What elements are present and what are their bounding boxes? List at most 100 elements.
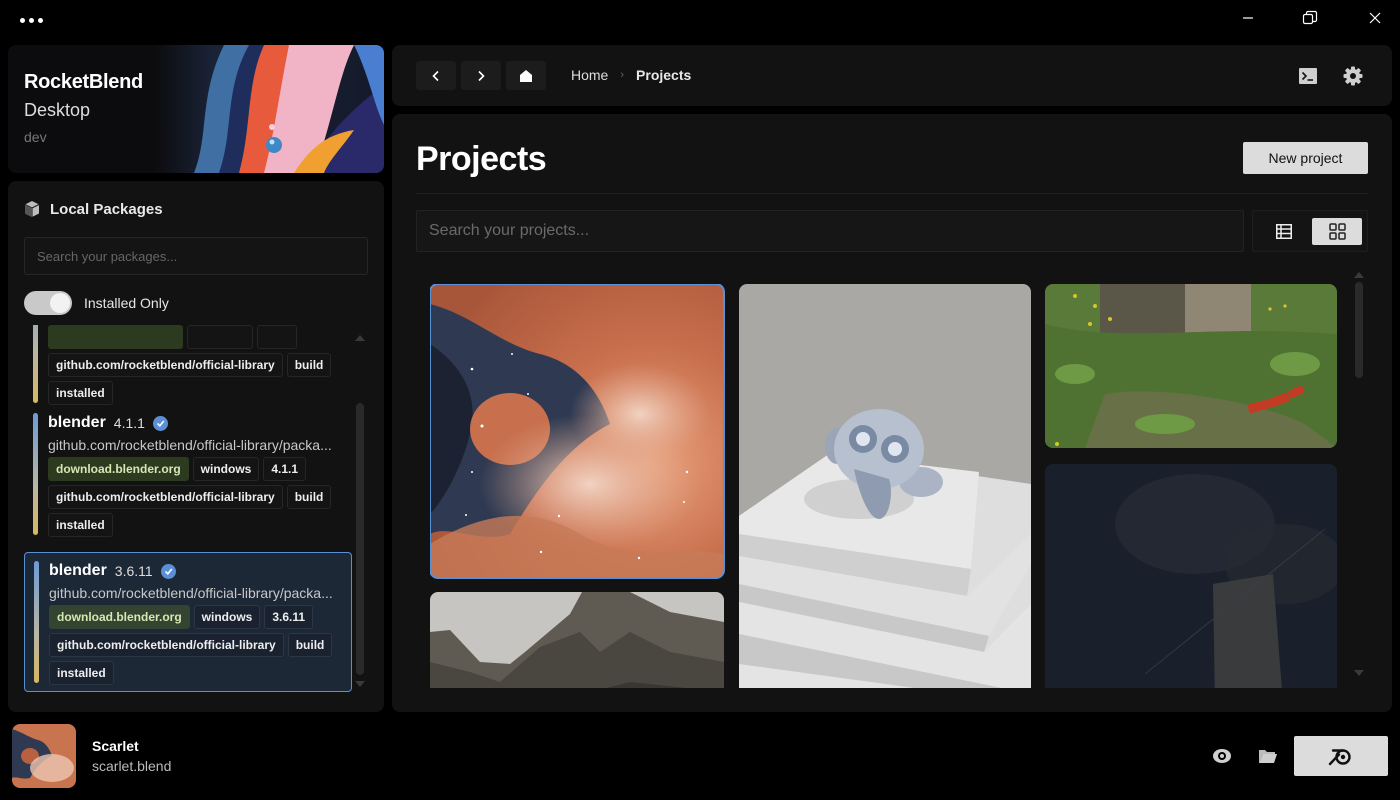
nebula-thumbnail-small: [12, 724, 76, 788]
project-card-nebula[interactable]: [430, 284, 725, 579]
close-icon: [1369, 12, 1381, 24]
toggle-knob: [50, 293, 70, 313]
brand-artwork: [154, 45, 384, 173]
package-tags: download.blender.org windows 3.6.11 gith…: [49, 605, 349, 685]
project-card-mountain[interactable]: [430, 592, 724, 688]
page-title: Projects: [416, 140, 547, 178]
package-url: github.com/rocketblend/official-library/…: [49, 585, 333, 601]
scroll-down-arrow-icon[interactable]: [355, 681, 365, 687]
project-card-night[interactable]: [1045, 464, 1337, 688]
tag-source: download.blender.org: [49, 605, 190, 629]
project-card-grass[interactable]: [1045, 284, 1337, 448]
current-project-name: Scarlet: [92, 738, 139, 754]
tag-platform: windows: [193, 605, 261, 629]
grid-view-button[interactable]: [1312, 218, 1362, 245]
preview-button[interactable]: [1210, 744, 1234, 768]
environment-label: dev: [24, 129, 47, 145]
grass-thumbnail: [1045, 284, 1337, 448]
scroll-thumb[interactable]: [1355, 282, 1363, 378]
forward-button[interactable]: [461, 61, 501, 90]
blender-logo-icon: [1328, 749, 1351, 766]
chevron-left-icon: [432, 70, 439, 81]
verified-check-icon: [160, 563, 176, 579]
project-grid-scrollbar[interactable]: [1354, 272, 1364, 686]
packages-header: Local Packages: [24, 200, 163, 218]
tag-type: build: [286, 485, 332, 509]
restore-button[interactable]: [1287, 4, 1333, 32]
project-grid: [430, 284, 1340, 688]
tag-library: github.com/rocketblend/official-library: [49, 633, 284, 657]
package-name-row: blender 4.1.1: [48, 411, 344, 435]
back-button[interactable]: [416, 61, 456, 90]
package-name-row: blender 3.6.11: [49, 559, 343, 583]
breadcrumb-home[interactable]: Home: [571, 67, 608, 83]
open-folder-button[interactable]: [1256, 744, 1280, 768]
package-version: 4.1.1: [113, 415, 145, 431]
navigation-bar: Home › Projects: [392, 45, 1392, 106]
current-project-thumbnail[interactable]: [12, 724, 76, 788]
gear-icon: [1343, 66, 1363, 86]
package-item-selected[interactable]: blender 3.6.11 github.com/rocketblend/of…: [24, 552, 352, 692]
installed-only-toggle[interactable]: [24, 291, 72, 315]
breadcrumb-current: Projects: [636, 67, 692, 83]
project-card-monkey[interactable]: [739, 284, 1031, 688]
package-box-icon: [24, 201, 40, 217]
tag-source: download.blender.org: [48, 457, 189, 481]
package-name: blender: [48, 414, 106, 431]
installed-only-row: Installed Only: [24, 291, 169, 315]
package-search-input[interactable]: [24, 237, 368, 275]
package-url: github.com/rocketblend/official-library/…: [48, 437, 332, 453]
scroll-down-arrow-icon[interactable]: [1354, 670, 1364, 676]
tag: github.com/rocketblend/official-library: [48, 353, 283, 377]
list-view-button[interactable]: [1259, 218, 1309, 245]
installed-only-label: Installed Only: [84, 295, 169, 311]
restore-icon: [1302, 10, 1318, 25]
app-title: RocketBlend: [24, 71, 143, 93]
package-list-scrollbar[interactable]: [355, 335, 365, 695]
verified-check-icon: [152, 415, 168, 431]
package-list: github.com/rocketblend/official-library …: [22, 325, 352, 697]
tag: installed: [48, 381, 113, 405]
tag-platform: windows: [192, 457, 260, 481]
night-sky-thumbnail: [1045, 464, 1337, 688]
project-search-input[interactable]: [416, 210, 1244, 252]
brand-text: RocketBlend Desktop dev: [24, 71, 143, 145]
close-button[interactable]: [1352, 4, 1398, 32]
table-list-icon: [1276, 224, 1292, 239]
package-accent-bar: [33, 413, 38, 535]
package-item[interactable]: github.com/rocketblend/official-library …: [24, 325, 352, 411]
package-tags: download.blender.org windows 4.1.1 githu…: [48, 457, 348, 537]
home-button[interactable]: [506, 61, 546, 90]
package-accent-bar: [34, 561, 39, 683]
tag-status: installed: [48, 513, 113, 537]
minimize-icon: [1243, 17, 1253, 19]
current-project-file: scarlet.blend: [92, 758, 172, 774]
package-name: blender: [49, 562, 107, 579]
package-version: 3.6.11: [114, 563, 153, 579]
divider: [416, 193, 1368, 194]
app-subtitle: Desktop: [24, 100, 91, 120]
scroll-up-arrow-icon[interactable]: [1354, 272, 1364, 278]
mountain-thumbnail: [430, 592, 724, 688]
tag-version: 4.1.1: [263, 457, 307, 481]
launch-blender-button[interactable]: [1294, 736, 1388, 776]
package-item[interactable]: blender 4.1.1 github.com/rocketblend/off…: [24, 405, 352, 543]
new-project-button[interactable]: New project: [1243, 142, 1368, 174]
terminal-button[interactable]: [1295, 63, 1321, 89]
packages-title: Local Packages: [50, 200, 163, 218]
projects-panel: Projects New project: [392, 114, 1392, 712]
scroll-thumb[interactable]: [356, 403, 364, 675]
settings-button[interactable]: [1340, 63, 1366, 89]
tag-library: github.com/rocketblend/official-library: [48, 485, 283, 509]
tag-status: installed: [49, 661, 114, 685]
monkey-thumbnail: [739, 284, 1031, 688]
minimize-button[interactable]: [1225, 4, 1271, 32]
folder-icon: [1259, 750, 1277, 763]
nebula-thumbnail: [430, 284, 724, 578]
tag: build: [286, 353, 332, 377]
scroll-up-arrow-icon[interactable]: [355, 335, 365, 341]
more-horizontal-icon[interactable]: [18, 14, 45, 27]
package-accent-bar: [33, 325, 38, 403]
tag-type: build: [287, 633, 333, 657]
tag-source: [48, 325, 183, 349]
